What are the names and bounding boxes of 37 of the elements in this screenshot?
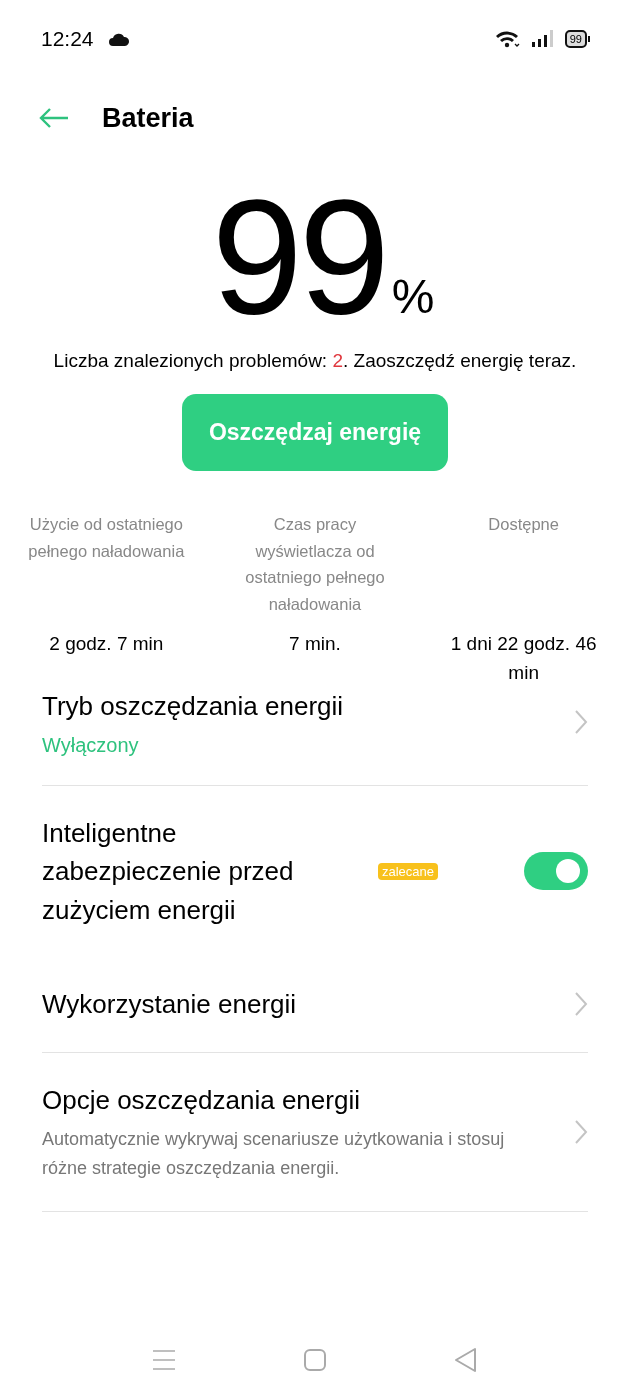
recommended-badge: zalecane xyxy=(377,862,438,880)
setting-title: Wykorzystanie energii xyxy=(42,988,298,1021)
cloud-icon xyxy=(107,31,130,47)
back-arrow-icon xyxy=(39,108,69,128)
chevron-right-icon xyxy=(574,991,588,1018)
back-button[interactable] xyxy=(454,1347,478,1373)
stat-label: Dostępne xyxy=(488,514,559,535)
settings-row[interactable]: Wykorzystanie energii xyxy=(42,957,588,1052)
settings-row[interactable]: Opcje oszczędzania energii Automatycznie wykrywaj scenariusze użytkowania i stosuj różne strategie oszczędzania energii. xyxy=(42,1052,588,1211)
menu-icon xyxy=(152,1349,176,1371)
setting-description: Automatycznie wykrywaj scenariusze użytkowania i stosuj różne strategie oszczędzania energii. xyxy=(42,1128,506,1180)
page-title: Bateria xyxy=(102,102,194,134)
triangle-icon xyxy=(454,1347,478,1373)
back-button[interactable] xyxy=(39,108,69,128)
signal-icon xyxy=(530,29,555,49)
stat-value: 1 dni 22 godz. 46 min xyxy=(449,632,598,685)
clock: 12:24 xyxy=(41,27,94,51)
stat-label: Użycie od ostatniego pełnego naładowania xyxy=(27,514,186,562)
settings-row[interactable]: Tryb oszczędzania energii Wyłączony xyxy=(42,687,588,785)
setting-title: Inteligentne zabezpieczenie przed zużyciem energii xyxy=(42,816,295,927)
stat-value: 2 godz. 7 min xyxy=(49,632,164,656)
percent-sign: % xyxy=(391,269,435,324)
setting-status: Wyłączony xyxy=(42,733,140,757)
toggle-switch[interactable] xyxy=(524,852,588,891)
setting-title: Opcje oszczędzania energii xyxy=(42,1083,361,1117)
stat-label: Czas pracy wyświetlacza od ostatniego pełnego naładowania xyxy=(244,514,386,615)
battery-icon: 99 xyxy=(564,30,590,48)
menu-button[interactable] xyxy=(152,1349,176,1371)
stat-value: 7 min. xyxy=(289,632,341,656)
chevron-right-icon xyxy=(574,1118,588,1145)
home-button[interactable] xyxy=(303,1348,327,1372)
problems-message: Liczba znalezionych problemów: 2. Zaoszczędź energię teraz. xyxy=(53,350,577,372)
battery-percentage: 99 xyxy=(211,182,386,332)
square-icon xyxy=(303,1348,327,1372)
chevron-right-icon xyxy=(574,708,588,735)
wifi-icon xyxy=(494,29,521,49)
setting-title: Tryb oszczędzania energii xyxy=(42,690,345,723)
